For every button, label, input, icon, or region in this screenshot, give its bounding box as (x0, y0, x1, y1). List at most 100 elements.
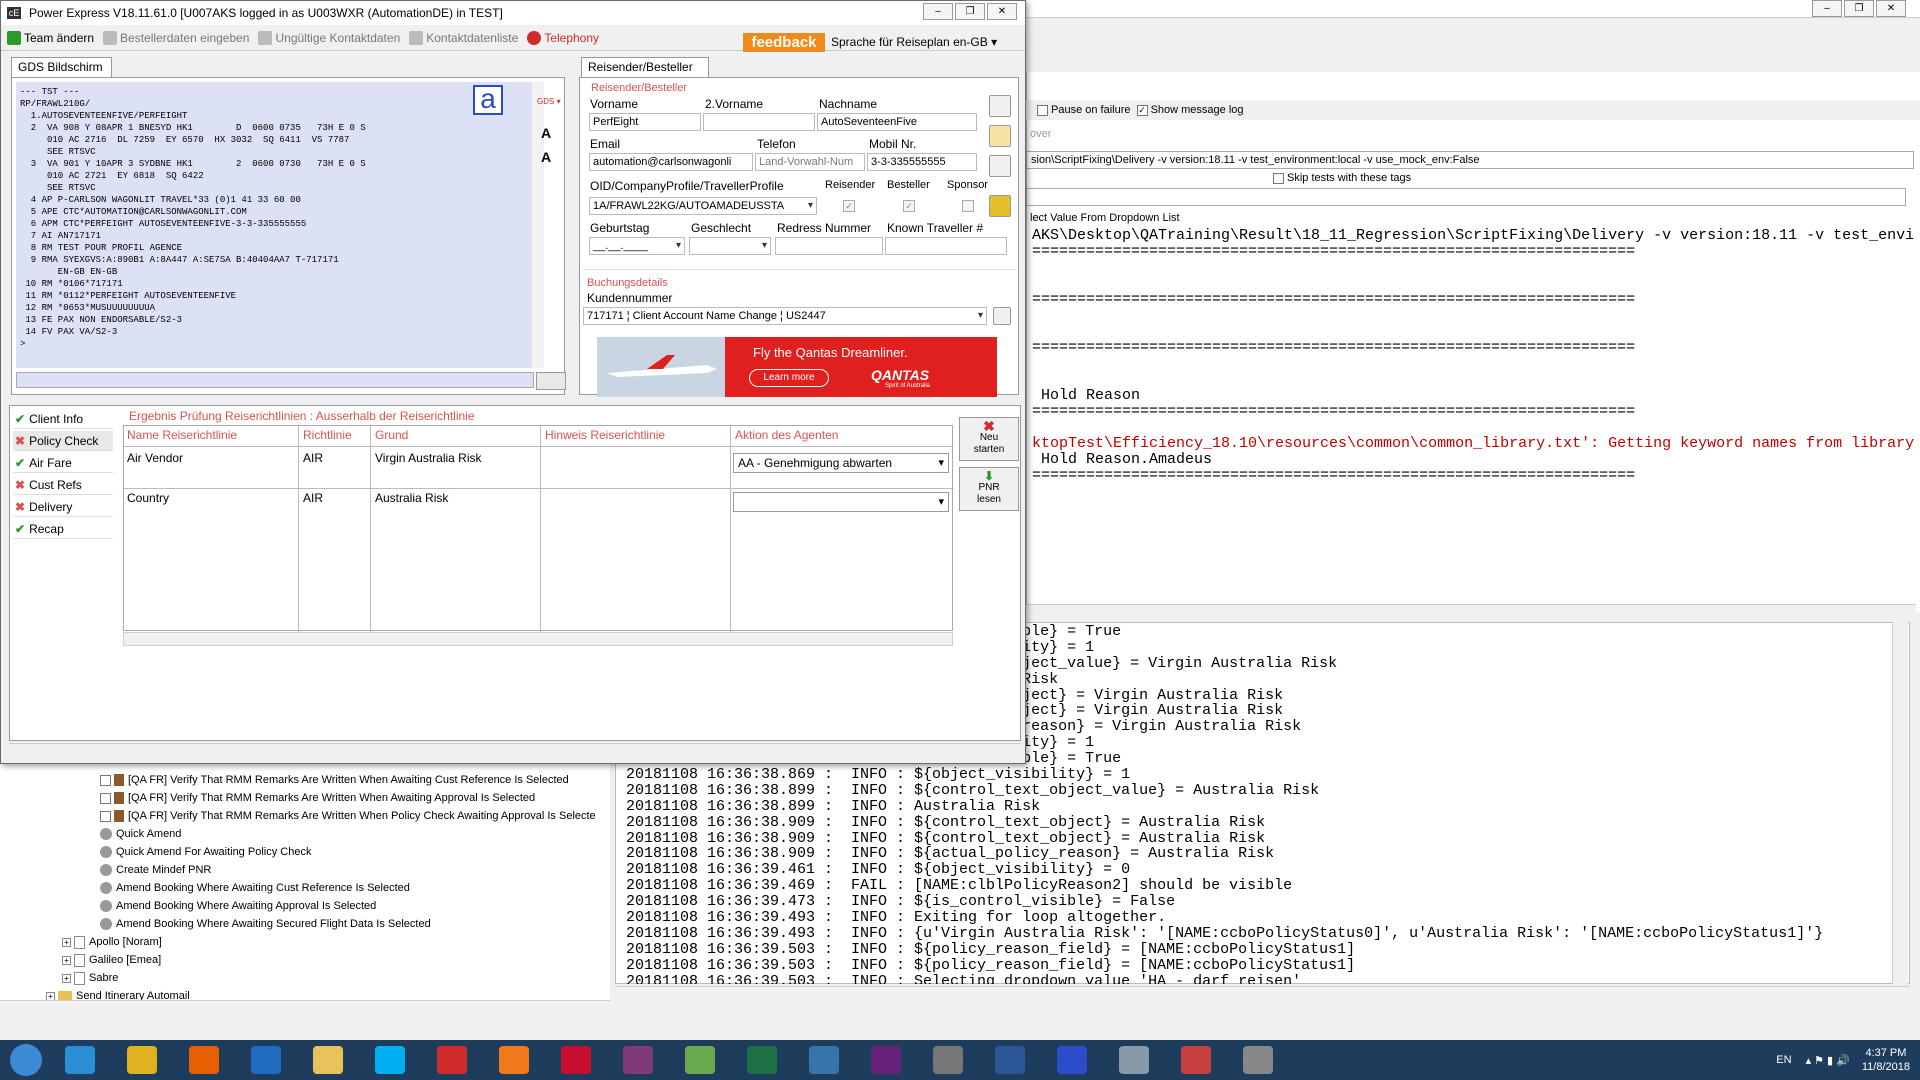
pnr-lesen-button[interactable]: ⬇ PNR lesen (959, 467, 1019, 511)
taskbar-app[interactable] (1168, 1040, 1224, 1080)
sponsor-checkbox[interactable] (962, 200, 974, 212)
app-restore-icon[interactable]: ❐ (955, 3, 985, 20)
taskbar-app[interactable] (982, 1040, 1038, 1080)
nav-item-client-info[interactable]: ✔ Client Info (13, 409, 113, 429)
geburtstag-field[interactable]: __.__.____ (589, 237, 685, 255)
taskbar-app[interactable] (858, 1040, 914, 1080)
geschlecht-dropdown[interactable] (689, 237, 771, 255)
taskbar-app[interactable] (114, 1040, 170, 1080)
taskbar-app[interactable] (176, 1040, 232, 1080)
tree-item[interactable]: Amend Booking Where Awaiting Approval Is… (100, 898, 376, 914)
tray-icons[interactable]: ▴ ⚑ ▮ 🔊 (1806, 1054, 1850, 1067)
tree-item[interactable]: [QA FR] Verify That RMM Remarks Are Writ… (100, 772, 569, 788)
gds-selector[interactable]: GDS ▾ (537, 97, 561, 106)
known-traveller-field[interactable] (885, 237, 1007, 255)
taskbar-app[interactable] (734, 1040, 790, 1080)
clock[interactable]: 4:37 PM 11/8/2018 (1862, 1046, 1910, 1074)
reisender-checkbox[interactable]: ✓ (843, 200, 855, 212)
tree-checkbox[interactable] (100, 810, 111, 822)
taskbar-app[interactable] (610, 1040, 666, 1080)
tree-item[interactable]: Create Mindef PNR (100, 862, 211, 878)
minimize-icon[interactable]: – (1812, 0, 1842, 17)
tree-checkbox[interactable] (100, 774, 111, 786)
tree-checkbox[interactable] (100, 792, 111, 804)
expand-icon[interactable]: + (46, 991, 55, 1000)
bestellerdaten-button[interactable]: Bestellerdaten eingeben (103, 30, 249, 45)
vorname2-field[interactable] (703, 113, 815, 131)
expand-icon[interactable]: + (62, 973, 71, 983)
font-decrease-button[interactable]: A (541, 149, 551, 165)
taskbar-app[interactable] (796, 1040, 852, 1080)
tree-item[interactable]: + Send Itinerary Automail (46, 988, 190, 1000)
language-indicator[interactable]: EN (1776, 1054, 1791, 1066)
nav-item-cust-refs[interactable]: ✖ Cust Refs (13, 475, 113, 495)
nav-item-recap[interactable]: ✔ Recap (13, 519, 113, 539)
taskbar-app[interactable] (300, 1040, 356, 1080)
taskbar-app[interactable] (486, 1040, 542, 1080)
row2-aktion-dropdown[interactable] (733, 492, 949, 512)
ungueltige-kontaktdaten-button[interactable]: Ungültige Kontaktdaten (258, 30, 400, 45)
email-field[interactable]: automation@carlsonwagonli (589, 153, 753, 171)
gds-screen[interactable]: --- TST --- RP/FRAWL210G/ 1.AUTOSEVENTEE… (16, 82, 532, 368)
output-hscroll[interactable] (1026, 604, 1916, 618)
tree-hscroll[interactable] (0, 1000, 610, 1014)
book-icon[interactable] (989, 195, 1011, 217)
kundennummer-dropdown[interactable]: 717171 ¦ Client Account Name Change ¦ US… (583, 307, 987, 325)
show-message-log-checkbox[interactable]: ✓ (1136, 104, 1148, 116)
kontaktdatenliste-button[interactable]: Kontaktdatenliste (409, 30, 518, 45)
taskbar-app[interactable] (362, 1040, 418, 1080)
search-icon[interactable] (993, 307, 1011, 325)
skip-tests-option[interactable]: Skip tests with these tags (1270, 170, 1411, 186)
tree-item[interactable]: + Apollo [Noram] (62, 934, 162, 950)
message-icon[interactable] (989, 155, 1011, 177)
taskbar-app[interactable] (1044, 1040, 1100, 1080)
close-icon[interactable]: ✕ (1876, 0, 1906, 17)
tree-item[interactable]: + Sabre (62, 970, 118, 986)
app-close-icon[interactable]: ✕ (987, 3, 1017, 20)
pause-on-failure-checkbox[interactable] (1037, 104, 1048, 116)
feedback-button[interactable]: feedback (743, 33, 825, 52)
tab-reisender-besteller[interactable]: Reisender/Besteller (581, 57, 709, 77)
nav-item-policy-check[interactable]: ✖ Policy Check (13, 431, 113, 451)
tree-item[interactable]: [QA FR] Verify That RMM Remarks Are Writ… (100, 790, 535, 806)
tab-gds-bildschirm[interactable]: GDS Bildschirm (11, 57, 112, 77)
font-increase-button[interactable]: A (541, 125, 551, 141)
language-dropdown[interactable]: Sprache für Reiseplan en-GB ▾ (831, 33, 997, 52)
taskbar-app[interactable] (238, 1040, 294, 1080)
expand-icon[interactable]: + (62, 955, 71, 965)
profile-search-icon[interactable] (989, 95, 1011, 117)
qantas-ad-banner[interactable]: Fly the Qantas Dreamliner. Learn more QA… (597, 337, 997, 397)
expand-icon[interactable]: + (62, 937, 71, 947)
tree-item[interactable]: Quick Amend (100, 826, 181, 842)
gds-command-input[interactable] (16, 372, 534, 388)
restore-icon[interactable]: ❐ (1844, 0, 1874, 17)
message-log-hscroll[interactable] (615, 986, 1910, 1000)
nachname-field[interactable]: AutoSeventeenFive (817, 113, 977, 131)
neu-starten-button[interactable]: ✖ Neu starten (959, 417, 1019, 461)
command-field[interactable] (1026, 188, 1906, 206)
notes-icon[interactable] (989, 125, 1011, 147)
vorname-field[interactable]: PerfEight (589, 113, 701, 131)
taskbar-app[interactable] (920, 1040, 976, 1080)
team-button[interactable]: Team ändern (7, 30, 94, 45)
gds-send-button[interactable] (536, 372, 566, 390)
telephony-button[interactable]: Telephony (527, 30, 599, 45)
taskbar-app[interactable] (672, 1040, 728, 1080)
row1-aktion-dropdown[interactable]: AA - Genehmigung abwarten (733, 453, 949, 473)
tree-item[interactable]: [QA FR] Verify That RMM Remarks Are Writ… (100, 808, 596, 824)
taskbar-app[interactable] (424, 1040, 480, 1080)
taskbar-app[interactable] (52, 1040, 108, 1080)
arguments-input[interactable]: sion\ScriptFixing\Delivery -v version:18… (1026, 151, 1914, 169)
nav-item-air-fare[interactable]: ✔ Air Fare (13, 453, 113, 473)
tree-item[interactable]: Amend Booking Where Awaiting Cust Refere… (100, 880, 410, 896)
policy-hscroll[interactable] (123, 632, 953, 646)
taskbar-app[interactable] (1106, 1040, 1162, 1080)
app-minimize-icon[interactable]: – (923, 3, 953, 20)
tree-item[interactable]: Amend Booking Where Awaiting Secured Fli… (100, 916, 431, 932)
ad-learn-more-button[interactable]: Learn more (749, 369, 829, 387)
message-log-vscroll[interactable] (1892, 622, 1908, 984)
taskbar-app[interactable] (548, 1040, 604, 1080)
mobil-field[interactable]: 3-3-335555555 (867, 153, 977, 171)
skip-tests-checkbox[interactable] (1273, 172, 1284, 184)
nav-item-delivery[interactable]: ✖ Delivery (13, 497, 113, 517)
